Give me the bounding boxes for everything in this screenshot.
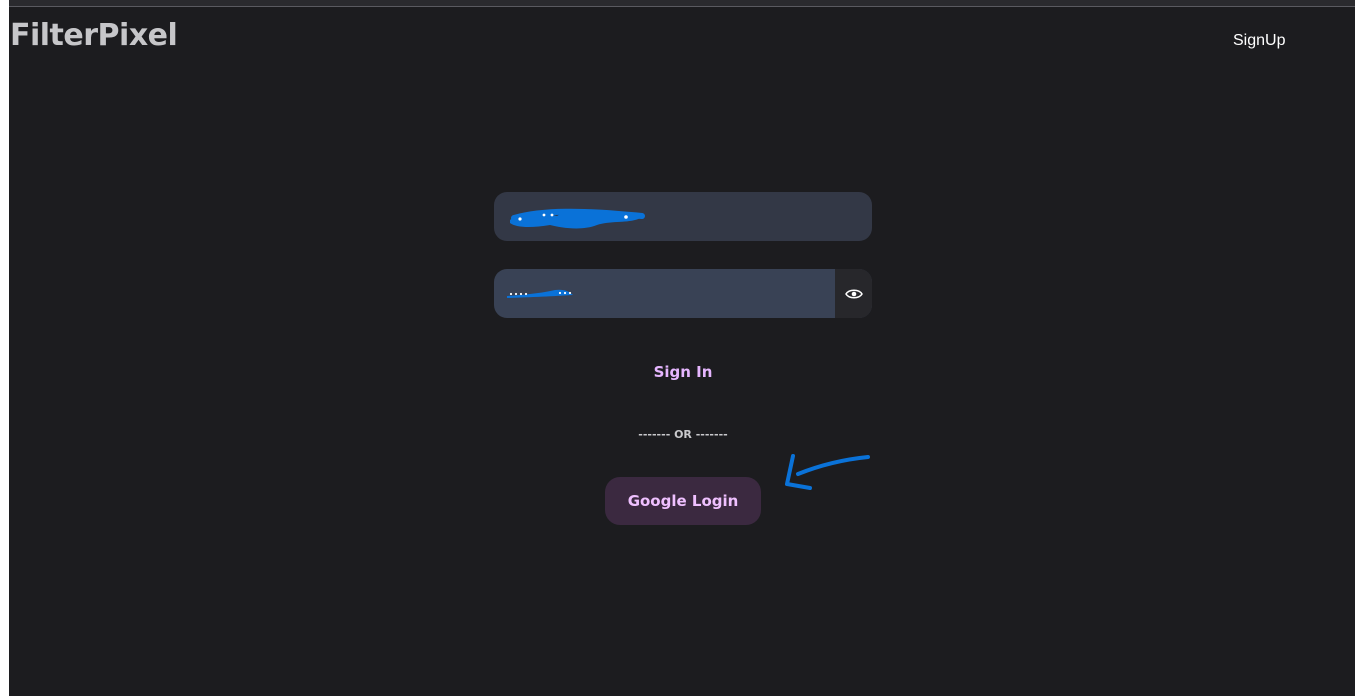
or-divider: ------- OR ------- [638,428,728,441]
password-field[interactable] [494,269,835,318]
password-visibility-toggle[interactable] [835,269,872,318]
email-field[interactable] [494,192,872,241]
signup-link[interactable]: SignUp [1233,32,1285,50]
eye-icon [844,289,863,298]
window-top-bar [9,0,1358,7]
annotation-arrow [785,454,870,490]
google-login-button[interactable]: Google Login [605,477,761,525]
window-edge-left [0,0,9,696]
sign-in-button[interactable]: Sign In [624,355,742,389]
email-field-container [494,192,872,241]
brand-logo[interactable]: FilterPixel [10,21,178,51]
password-field-container [494,269,872,318]
